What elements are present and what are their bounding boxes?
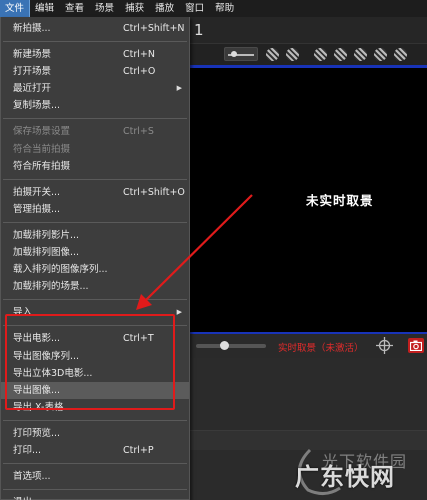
frame-number: 1 <box>194 21 204 39</box>
menu-playback[interactable]: 播放 <box>150 0 179 17</box>
menu-item-shot-switch[interactable]: 拍摄开关... Ctrl+Shift+O <box>1 184 189 201</box>
menu-capture[interactable]: 捕获 <box>120 0 149 17</box>
menu-item-shortcut: Ctrl+Shift+N <box>123 23 185 34</box>
menu-item-label: 新拍摄... <box>13 23 51 34</box>
toolbar-strip <box>186 43 427 65</box>
menu-view[interactable]: 查看 <box>60 0 89 17</box>
grid-overlay-icon[interactable] <box>334 48 347 61</box>
menu-item-open-scene[interactable]: 打开场景 Ctrl+O <box>1 63 189 80</box>
menu-item-label: 首选项... <box>13 471 51 483</box>
menu-item-exit[interactable]: 退出 <box>1 494 189 500</box>
menu-item-shortcut: Ctrl+O <box>123 66 156 78</box>
submenu-arrow-icon: ▶ <box>176 308 182 317</box>
menu-item-label: 保存场景设置 <box>13 126 71 138</box>
menu-separator <box>3 41 187 43</box>
onion-skin-icon[interactable] <box>266 48 279 61</box>
menu-item-label: 符合所有拍摄 <box>13 160 71 172</box>
menu-item-label: 载入排列的图像序列... <box>13 264 108 276</box>
menu-separator <box>3 419 187 421</box>
menu-item-conform-all[interactable]: 符合所有拍摄 <box>1 158 189 175</box>
watermark-text: 广东快网 <box>295 463 395 491</box>
menu-window[interactable]: 窗口 <box>180 0 209 17</box>
crosshair-icon[interactable] <box>376 337 393 354</box>
menu-scene[interactable]: 场景 <box>90 0 119 17</box>
menu-separator <box>3 221 187 223</box>
menu-item-shortcut: Ctrl+Shift+O <box>123 186 185 198</box>
menu-item-label: 符合当前拍摄 <box>13 143 71 155</box>
menu-item-label: 复制场景... <box>13 100 61 112</box>
grid-overlay-icon[interactable] <box>374 48 387 61</box>
viewport-message: 未实时取景 <box>306 193 374 208</box>
menu-item-new-scene[interactable]: 新建场景 Ctrl+N <box>1 46 189 63</box>
capture-button[interactable] <box>408 338 424 353</box>
grid-overlay-icon[interactable] <box>354 48 367 61</box>
menu-help[interactable]: 帮助 <box>210 0 239 17</box>
grid-overlay-icon[interactable] <box>394 48 407 61</box>
menu-item-load-aligned-sequence[interactable]: 载入排列的图像序列... <box>1 261 189 278</box>
menu-separator <box>3 118 187 120</box>
menu-item-label: 打印预览... <box>13 427 61 439</box>
menu-item-label: 新建场景 <box>13 49 52 61</box>
grid-overlay-icon[interactable] <box>314 48 327 61</box>
menu-item-load-aligned-movie[interactable]: 加载排列影片... <box>1 227 189 244</box>
menu-item-print[interactable]: 打印... Ctrl+P <box>1 442 189 459</box>
menu-item-shortcut: Ctrl+S <box>123 126 154 138</box>
opacity-slider-track[interactable] <box>196 344 266 348</box>
menu-file[interactable]: 文件 <box>0 0 31 18</box>
opacity-slider-knob[interactable] <box>220 341 229 350</box>
live-view-status: 实时取景（未激活） <box>278 343 364 354</box>
menu-item-shortcut: Ctrl+N <box>123 49 155 61</box>
menu-separator <box>3 489 187 491</box>
menu-item-new-shot[interactable]: 新拍摄... Ctrl+Shift+N <box>1 20 189 37</box>
menu-separator <box>3 463 187 465</box>
menu-item-duplicate-scene[interactable]: 复制场景... <box>1 97 189 114</box>
menu-item-label: 加载排列的场景... <box>13 281 89 293</box>
file-menu-dropdown: 新拍摄... Ctrl+Shift+N 新建场景 Ctrl+N 打开场景 Ctrl+O… <box>0 17 190 500</box>
camera-icon <box>410 340 422 351</box>
slider-button[interactable] <box>224 47 258 61</box>
menu-item-preferences[interactable]: 首选项... <box>1 468 189 485</box>
menu-item-label: 打印... <box>13 444 42 456</box>
menu-separator <box>3 178 187 180</box>
menu-separator <box>3 299 187 301</box>
menu-item-recent[interactable]: 最近打开 ▶ <box>1 80 189 97</box>
menu-item-label: 拍摄开关... <box>13 186 61 198</box>
menu-item-manage-shots[interactable]: 管理拍摄... <box>1 201 189 218</box>
menu-item-label: 加载排列影片... <box>13 229 80 241</box>
menu-item-save-scene-settings: 保存场景设置 Ctrl+S <box>1 123 189 140</box>
menu-item-print-preview[interactable]: 打印预览... <box>1 425 189 442</box>
onion-skin-icon[interactable] <box>286 48 299 61</box>
menu-edit[interactable]: 编辑 <box>30 0 59 17</box>
menu-item-load-aligned-scene[interactable]: 加载排列的场景... <box>1 278 189 295</box>
menu-item-conform-current: 符合当前拍摄 <box>1 141 189 158</box>
menu-item-label: 加载排列图像... <box>13 247 80 259</box>
control-bar: 实时取景（未激活） <box>186 334 427 358</box>
submenu-arrow-icon: ▶ <box>176 84 182 93</box>
menu-item-load-aligned-image[interactable]: 加载排列图像... <box>1 244 189 261</box>
menu-item-label: 最近打开 <box>13 83 52 95</box>
menu-item-shortcut: Ctrl+P <box>123 444 154 456</box>
menu-item-label: 管理拍摄... <box>13 203 61 215</box>
menu-item-label: 打开场景 <box>13 66 52 78</box>
annotation-highlight-box <box>5 314 175 410</box>
menu-bar: 文件 编辑 查看 场景 捕获 播放 窗口 帮助 <box>0 0 427 18</box>
